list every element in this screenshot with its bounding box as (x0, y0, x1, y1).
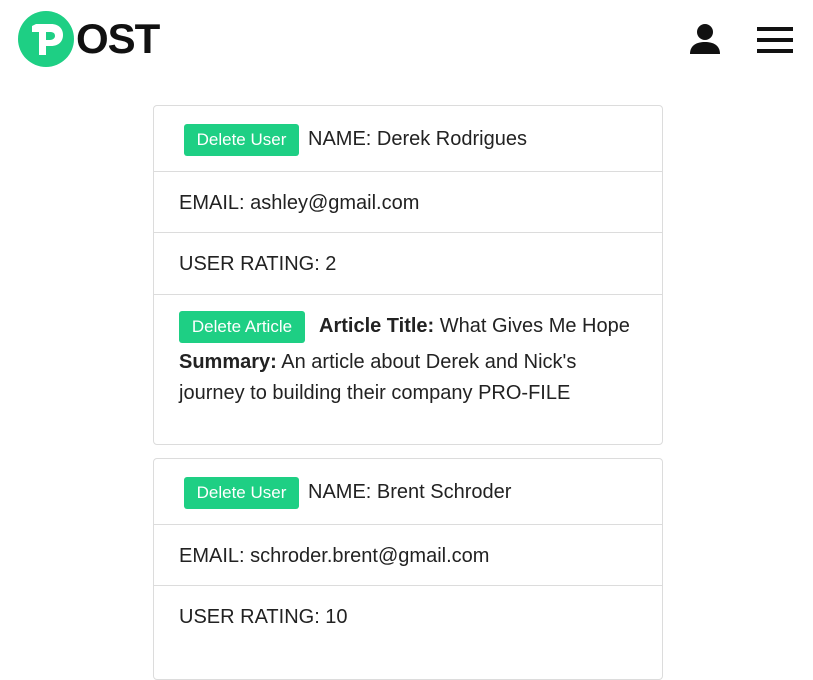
post-logo-icon (18, 11, 74, 67)
article-title-value: What Gives Me Hope (434, 315, 630, 337)
article-summary: Summary: An article about Derek and Nick… (179, 347, 619, 409)
user-email: EMAIL: schroder.brent@gmail.com (179, 545, 490, 567)
logo[interactable]: OST (18, 10, 160, 68)
delete-user-button[interactable]: Delete User (184, 124, 299, 156)
user-name: NAME: Derek Rodrigues (308, 128, 527, 150)
user-rating-row: USER RATING: 10 (154, 586, 662, 648)
user-email-row: EMAIL: ashley@gmail.com (154, 172, 662, 233)
article-title: Article Title: What Gives Me Hope (319, 315, 630, 338)
user-rating: USER RATING: 10 (179, 606, 348, 628)
menu-icon[interactable] (757, 27, 793, 53)
header: OST (0, 0, 813, 80)
user-email: EMAIL: ashley@gmail.com (179, 192, 420, 214)
user-card: Delete User NAME: Brent Schroder EMAIL: … (153, 458, 663, 680)
delete-user-button[interactable]: Delete User (184, 477, 299, 509)
delete-article-button[interactable]: Delete Article (179, 311, 305, 343)
user-email-row: EMAIL: schroder.brent@gmail.com (154, 525, 662, 586)
user-icon[interactable] (688, 22, 722, 56)
user-name-row: Delete User NAME: Derek Rodrigues (154, 106, 662, 172)
user-rating-row: USER RATING: 2 (154, 233, 662, 295)
logo-text: OST (76, 15, 160, 62)
article-summary-label: Summary: (179, 351, 277, 373)
article-title-label: Article Title: (319, 315, 435, 337)
user-rating: USER RATING: 2 (179, 253, 337, 275)
article-row: Delete Article Article Title: What Gives… (154, 295, 662, 444)
user-name: NAME: Brent Schroder (308, 481, 512, 503)
user-card: Delete User NAME: Derek Rodrigues EMAIL:… (153, 105, 663, 445)
user-name-row: Delete User NAME: Brent Schroder (154, 459, 662, 525)
